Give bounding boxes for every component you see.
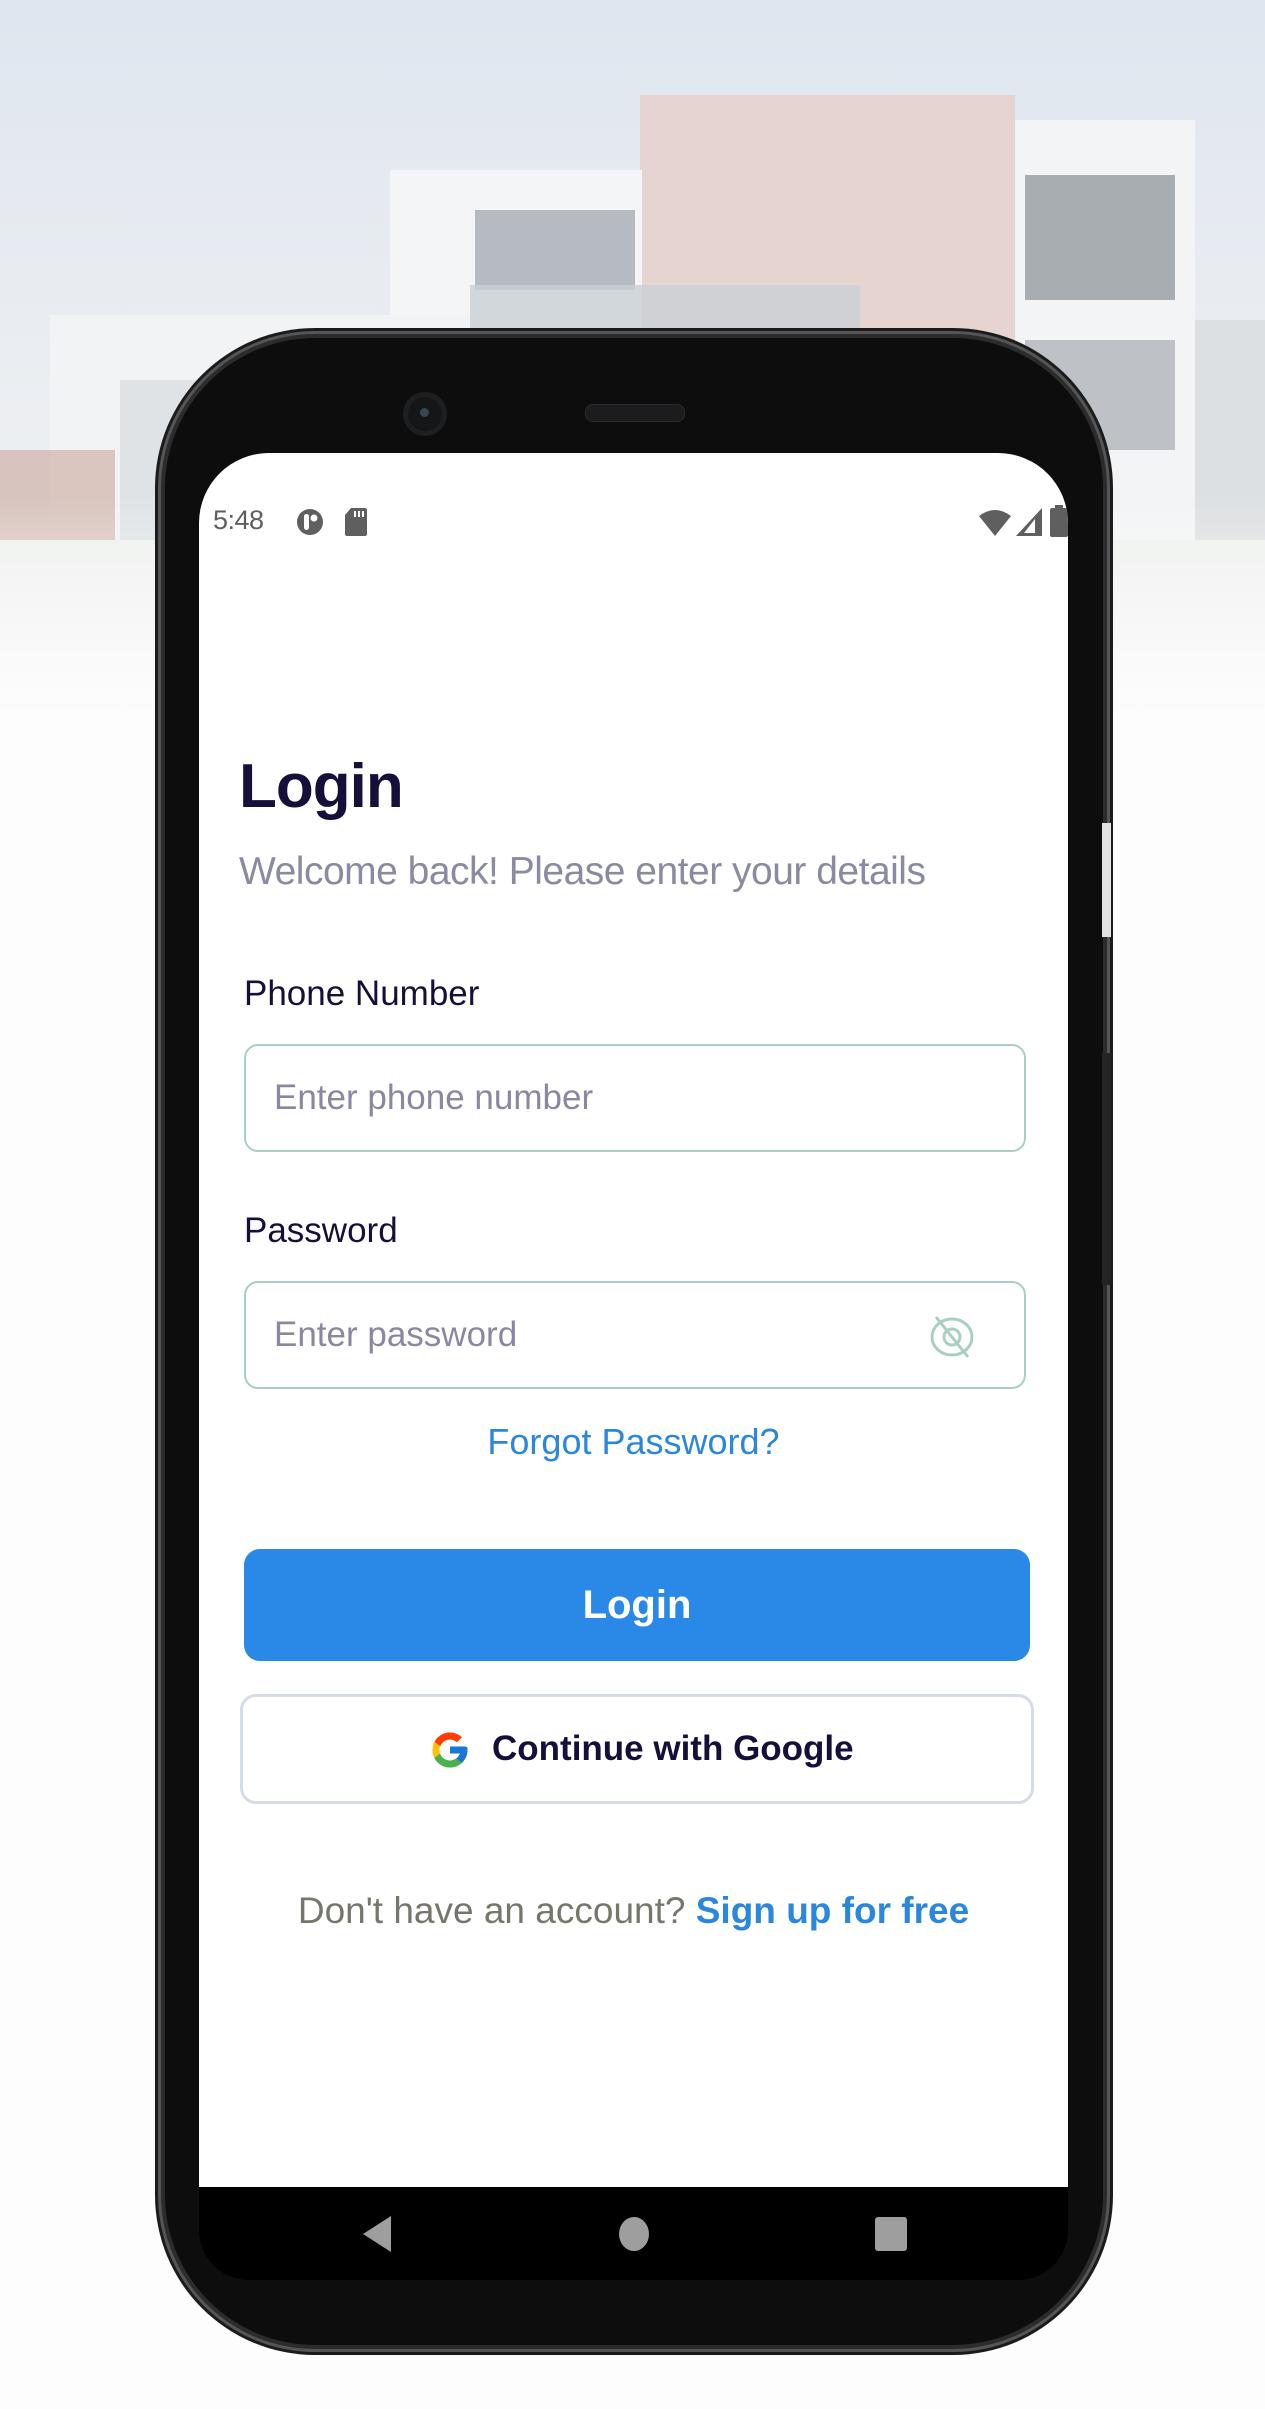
google-button-label: Continue with Google — [492, 1729, 854, 1768]
signal-icon — [1016, 508, 1042, 536]
forgot-password-link[interactable]: Forgot Password? — [199, 1421, 1068, 1463]
login-button[interactable]: Login — [244, 1549, 1030, 1661]
system-nav-bar — [199, 2187, 1068, 2280]
status-time: 5:48 — [213, 505, 264, 535]
phone-number-label: Phone Number — [244, 974, 480, 1013]
continue-with-google-button[interactable]: Continue with Google — [240, 1694, 1034, 1804]
password-placeholder: Enter password — [274, 1315, 518, 1354]
google-logo-icon — [432, 1732, 468, 1768]
signup-question: Don't have an account? — [297, 1890, 686, 1931]
nav-recents-icon[interactable] — [874, 2216, 908, 2252]
power-button — [1102, 1053, 1111, 1285]
signup-link[interactable]: Sign up for free — [696, 1890, 969, 1931]
front-camera-icon — [403, 392, 447, 436]
signup-prompt: Don't have an account? Sign up for free — [199, 1890, 1068, 1932]
nav-home-icon[interactable] — [618, 2216, 650, 2252]
status-bar: 5:48 — [213, 505, 1068, 545]
wifi-icon — [979, 510, 1011, 536]
phone-number-placeholder: Enter phone number — [274, 1078, 594, 1117]
battery-icon — [1050, 505, 1068, 537]
page-subtitle: Welcome back! Please enter your details — [239, 850, 926, 893]
password-label: Password — [244, 1211, 398, 1250]
sd-card-icon — [345, 508, 367, 536]
nav-back-icon[interactable] — [361, 2214, 393, 2254]
eye-off-icon[interactable] — [928, 1313, 976, 1361]
app-screen: 5:48 Login Welcome back! Please enter yo… — [199, 453, 1068, 2187]
page-title: Login — [239, 752, 404, 821]
data-saver-icon — [297, 509, 323, 535]
volume-button — [1102, 823, 1111, 937]
password-input[interactable]: Enter password — [244, 1281, 1026, 1389]
phone-number-input[interactable]: Enter phone number — [244, 1044, 1026, 1152]
earpiece-speaker — [585, 404, 685, 422]
